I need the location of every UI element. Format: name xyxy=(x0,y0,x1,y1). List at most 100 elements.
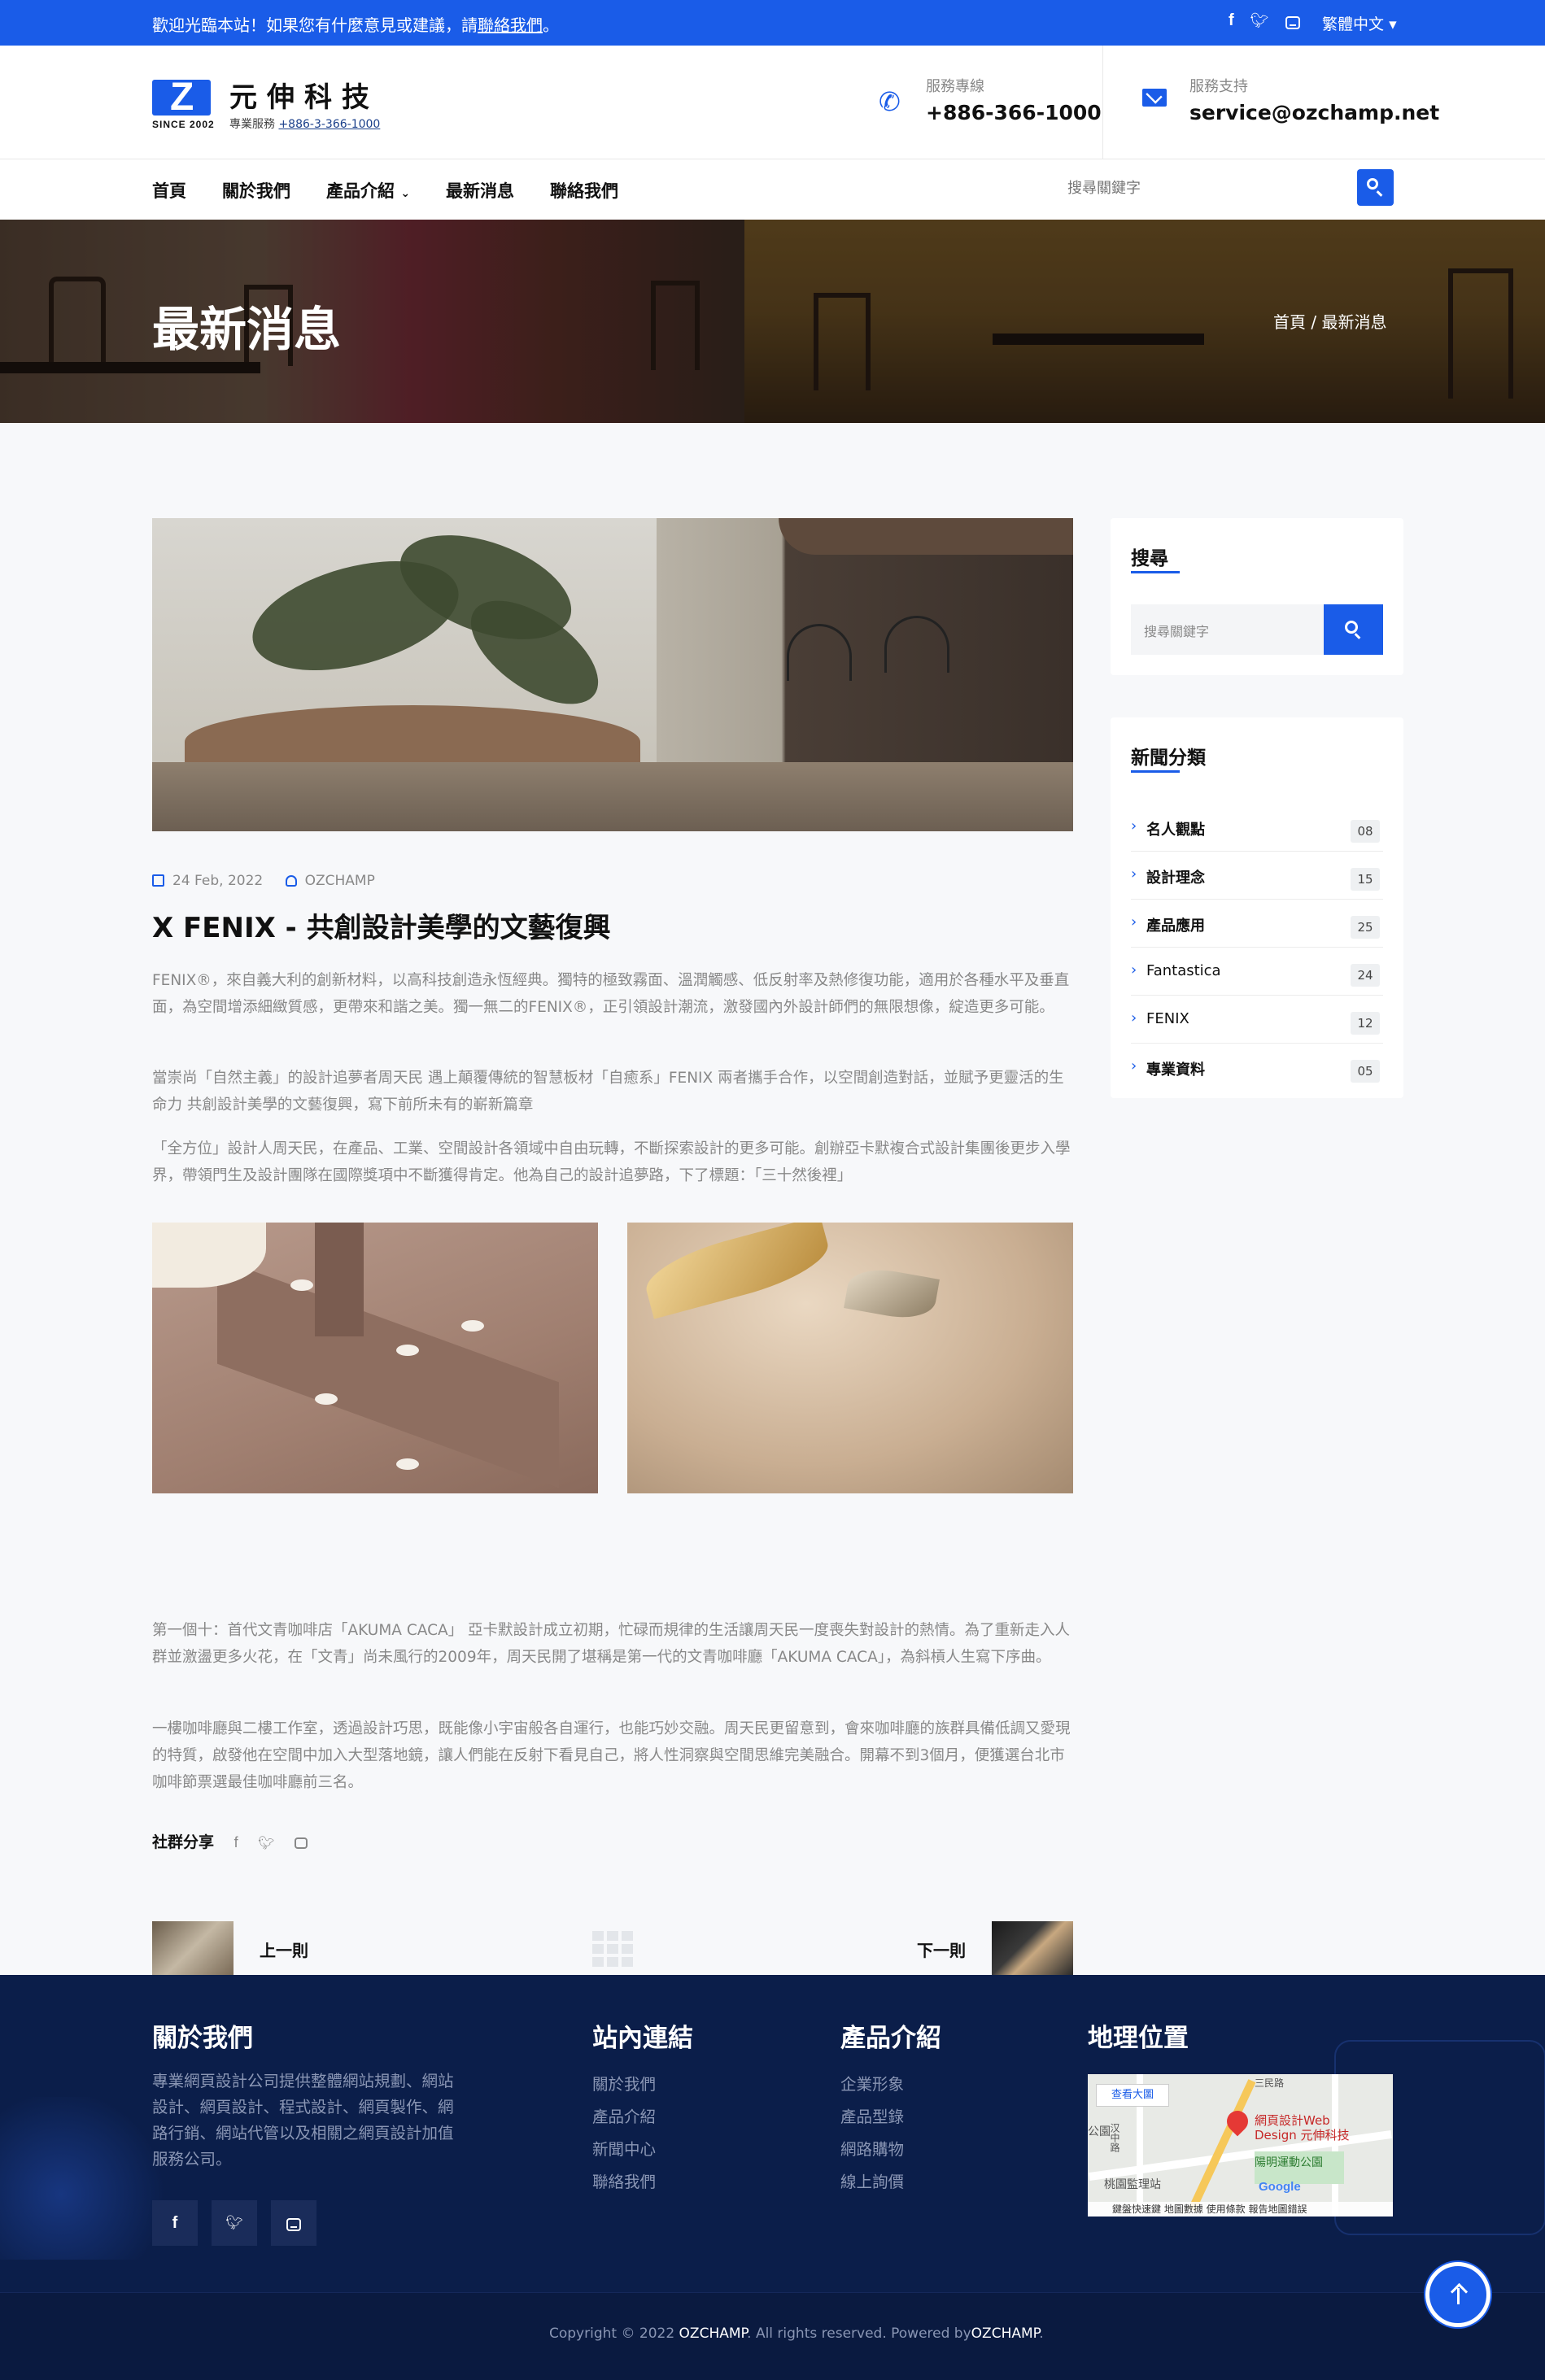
nav-item-contact[interactable]: 聯絡我們 xyxy=(550,178,618,203)
chevron-down-icon: ⌄ xyxy=(400,187,411,200)
breadcrumb-home[interactable]: 首頁 xyxy=(1273,312,1306,332)
footer-link[interactable]: 新聞中心 xyxy=(592,2136,656,2169)
breadcrumb-current: 最新消息 xyxy=(1321,312,1387,332)
line-icon[interactable] xyxy=(1285,15,1300,29)
image-feather xyxy=(396,1345,419,1356)
article-hero-image xyxy=(152,518,1073,831)
category-name: FENIX xyxy=(1146,1010,1189,1027)
phone-icon: ✆ xyxy=(879,86,901,117)
chevron-right-icon: › xyxy=(1131,865,1137,883)
category-count: 08 xyxy=(1351,820,1380,843)
grid-icon[interactable] xyxy=(592,1931,633,1967)
back-to-top-button[interactable] xyxy=(1425,2262,1490,2327)
copyright: Copyright © 2022 OZCHAMP. All rights res… xyxy=(549,2326,1044,2342)
category-item[interactable]: › 專業資料 05 xyxy=(1131,1044,1383,1092)
email-label: 服務支持 xyxy=(1189,78,1248,95)
prev-post-link[interactable]: 上一則 xyxy=(260,1938,308,1961)
phone-value[interactable]: +886-366-1000 xyxy=(926,101,1102,124)
email-contact: 服務支持 service@ozchamp.net xyxy=(1139,46,1439,159)
nav-menu: 首頁 關於我們 產品介紹 ⌄ 最新消息 聯絡我們 xyxy=(152,178,654,203)
chevron-right-icon: › xyxy=(1131,961,1137,979)
main-nav: 首頁 關於我們 產品介紹 ⌄ 最新消息 聯絡我們 xyxy=(0,159,1545,220)
search-icon xyxy=(1367,178,1378,190)
twitter-icon[interactable]: 🐦︎ xyxy=(212,2200,257,2246)
image-feather xyxy=(461,1320,484,1332)
next-post-link[interactable]: 下一則 xyxy=(917,1938,966,1961)
footer-product-link[interactable]: 產品型錄 xyxy=(840,2103,904,2136)
line-icon[interactable] xyxy=(271,2200,316,2246)
language-label: 繁體中文 xyxy=(1322,15,1385,33)
sidebar-search-input[interactable]: 搜尋關鍵字 xyxy=(1131,604,1326,655)
line-icon[interactable] xyxy=(295,1837,308,1849)
chevron-right-icon: › xyxy=(1131,1057,1137,1074)
location-map[interactable]: 查看大圖 網頁設計Web Design 元伸科技 陽明運動公園 桃園監理站 公園 … xyxy=(1088,2074,1393,2217)
copyright-powered-link[interactable]: OZCHAMP xyxy=(971,2326,1040,2342)
category-name: Fantastica xyxy=(1146,962,1221,979)
image-lamp xyxy=(787,624,852,681)
map-park-label: 陽明運動公園 xyxy=(1255,2156,1323,2169)
page-banner: 最新消息 首頁 / 最新消息 xyxy=(0,220,1545,423)
image-feather xyxy=(290,1279,313,1291)
image-leaf xyxy=(844,1263,940,1324)
footer-social: f 🐦︎ xyxy=(152,2200,316,2246)
facebook-icon[interactable]: f xyxy=(152,2200,198,2246)
language-selector[interactable]: 繁體中文 ▾ xyxy=(1322,12,1397,34)
breadcrumb-separator: / xyxy=(1311,312,1317,332)
twitter-icon[interactable]: 🐦︎ xyxy=(1250,12,1269,29)
contact-link[interactable]: 聯絡我們 xyxy=(478,15,543,35)
image-feather xyxy=(396,1458,419,1470)
article-paragraph: 當崇尚「自然主義」的設計追夢者周天民 遇上顛覆傳統的智慧板材「自癒系」FENIX… xyxy=(152,1070,1064,1114)
nav-search-input[interactable] xyxy=(1058,169,1351,207)
category-name: 設計理念 xyxy=(1146,870,1205,887)
footer-link[interactable]: 關於我們 xyxy=(592,2071,656,2103)
article-date: 24 Feb, 2022 xyxy=(172,873,264,889)
search-icon xyxy=(1345,621,1358,634)
copyright-prefix: Copyright © 2022 xyxy=(549,2326,679,2342)
title-underline xyxy=(1131,770,1180,773)
category-count: 12 xyxy=(1351,1012,1380,1035)
category-item[interactable]: › FENIX 12 xyxy=(1131,996,1383,1044)
footer-product-link[interactable]: 網路購物 xyxy=(840,2136,904,2169)
map-road xyxy=(1188,2079,1256,2212)
chevron-right-icon: › xyxy=(1131,1009,1137,1027)
image-feather xyxy=(315,1393,338,1405)
prev-post-thumbnail[interactable] xyxy=(152,1921,233,1975)
nav-item-products[interactable]: 產品介紹 ⌄ xyxy=(326,178,410,203)
footer-product-link[interactable]: 企業形象 xyxy=(840,2071,904,2103)
twitter-icon[interactable]: 🐦︎ xyxy=(258,1835,274,1850)
logo-mark xyxy=(152,75,211,120)
email-value[interactable]: service@ozchamp.net xyxy=(1189,101,1439,124)
share-label: 社群分享 xyxy=(152,1833,215,1851)
divider xyxy=(1102,46,1103,159)
logo[interactable]: SINCE 2002 元伸科技 專業服務 +886-3-366-1000 xyxy=(152,75,396,148)
phone-label: 服務專線 xyxy=(926,78,984,95)
next-post-thumbnail[interactable] xyxy=(992,1921,1073,1975)
image-lamp xyxy=(884,616,949,673)
nav-item-about[interactable]: 關於我們 xyxy=(222,178,290,203)
article-image-feathers xyxy=(152,1223,598,1493)
footer-about-title: 關於我們 xyxy=(152,2024,253,2053)
nav-search-button[interactable] xyxy=(1357,169,1394,206)
footer-product-link[interactable]: 線上詢價 xyxy=(840,2169,904,2201)
footer-link[interactable]: 產品介紹 xyxy=(592,2103,656,2136)
image-step xyxy=(217,1258,559,1489)
category-name: 名人觀點 xyxy=(1146,822,1205,839)
post-navigation: 上一則 下一則 xyxy=(152,1921,1073,1975)
article-paragraph: 「全方位」設計人周天民，在產品、工業、空間設計各領域中自由玩轉，不斷探索設計的更… xyxy=(152,1140,1071,1184)
copyright-middle: . All rights reserved. Powered by xyxy=(747,2326,971,2342)
category-item[interactable]: › 設計理念 15 xyxy=(1131,852,1383,900)
footer-link[interactable]: 聯絡我們 xyxy=(592,2169,656,2201)
map-view-larger-button[interactable]: 查看大圖 xyxy=(1096,2084,1169,2107)
category-item[interactable]: › 產品應用 25 xyxy=(1131,900,1383,948)
nav-item-home[interactable]: 首頁 xyxy=(152,178,186,203)
facebook-icon[interactable]: f xyxy=(1229,11,1234,30)
nav-item-news[interactable]: 最新消息 xyxy=(446,178,514,203)
copyright-brand[interactable]: OZCHAMP xyxy=(679,2326,748,2342)
category-item[interactable]: › 名人觀點 08 xyxy=(1131,804,1383,852)
category-item[interactable]: › Fantastica 24 xyxy=(1131,948,1383,996)
facebook-icon[interactable]: f xyxy=(234,1834,238,1851)
sidebar-search: 搜尋 搜尋關鍵字 xyxy=(1111,518,1403,675)
sidebar-search-button[interactable] xyxy=(1324,604,1383,655)
page-title: 最新消息 xyxy=(152,302,342,357)
map-road xyxy=(1332,2074,1338,2217)
